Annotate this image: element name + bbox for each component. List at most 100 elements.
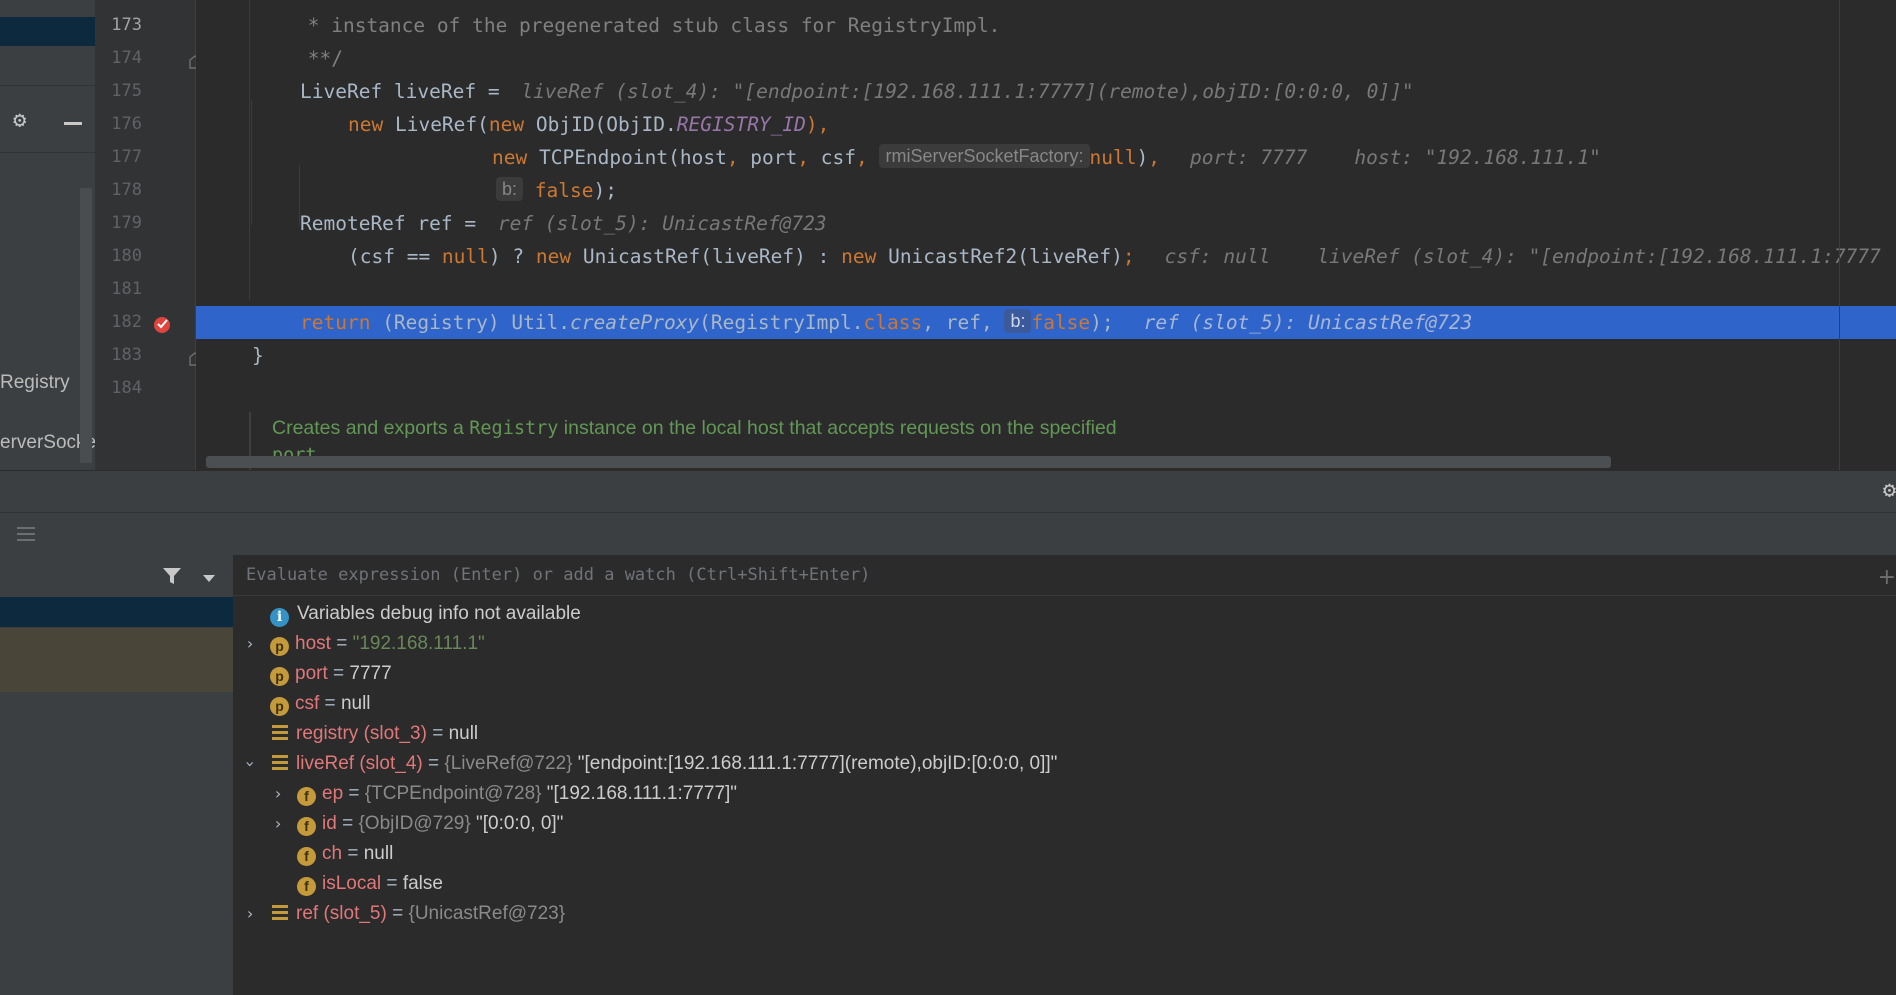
var-eq: = <box>336 813 359 834</box>
frame-row[interactable] <box>0 628 233 692</box>
chevron-down-icon[interactable]: › <box>235 756 265 772</box>
keyword: null <box>441 245 489 268</box>
code-line-176: new LiveRef(new ObjID(ObjID.REGISTRY_ID)… <box>196 108 1896 141</box>
variable-row[interactable]: f id = {ObjID@729} "[0:0:0, 0]" <box>297 809 563 839</box>
line-number: 180 <box>111 246 142 266</box>
info-message: Variables debug info not available <box>297 603 581 624</box>
breakpoint-icon[interactable] <box>152 314 172 334</box>
line-number: 173 <box>111 15 142 35</box>
keyword: false <box>534 179 594 202</box>
code-text: LiveRef( <box>394 113 489 136</box>
sidebar-label-registry[interactable]: Registry <box>0 372 70 394</box>
var-name: csf <box>295 693 320 714</box>
variable-row[interactable]: f ch = null <box>297 839 393 869</box>
parameter-hint: b: <box>1004 309 1032 333</box>
variable-row[interactable]: registry (slot_3) = null <box>272 719 478 749</box>
variable-row[interactable]: p host = "192.168.111.1" <box>270 629 485 659</box>
chevron-down-icon[interactable] <box>202 569 216 588</box>
code-text: csf <box>820 146 856 169</box>
code-punct: ; <box>1122 245 1135 268</box>
var-name: ep <box>322 783 344 804</box>
field-icon: f <box>297 787 316 806</box>
line-number: 184 <box>111 378 142 398</box>
line-number: 176 <box>111 114 142 134</box>
var-value: "[192.168.111.1:7777]" <box>541 783 738 804</box>
code-text: port <box>750 146 798 169</box>
variable-row[interactable]: f ep = {TCPEndpoint@728} "[192.168.111.1:… <box>297 779 737 809</box>
parameter-hint: b: <box>496 177 524 201</box>
debug-toolbar <box>0 512 1896 556</box>
code-editor[interactable]: * instance of the pregenerated stub clas… <box>196 0 1896 470</box>
constant: REGISTRY_ID <box>676 113 806 136</box>
filter-icon[interactable] <box>162 566 182 590</box>
var-name: id <box>322 813 337 834</box>
var-value: "192.168.111.1" <box>352 633 485 654</box>
evaluate-expression-input[interactable] <box>234 555 1896 596</box>
var-eq: = <box>327 663 350 684</box>
variable-row[interactable]: p csf = null <box>270 689 371 719</box>
code-punct: , <box>1148 146 1160 169</box>
inline-debug-value: liveRef (slot_4): "[endpoint:[192.168.11… <box>521 80 1414 103</box>
var-value: false <box>402 873 443 894</box>
line-number: 182 <box>111 312 142 332</box>
line-number: 175 <box>111 81 142 101</box>
variable-row[interactable]: ref (slot_5) = {UnicastRef@723} <box>272 899 565 929</box>
field-icon: f <box>297 817 316 836</box>
gear-icon[interactable]: ⚙ <box>1883 478 1896 503</box>
var-value: null <box>363 843 394 864</box>
var-eq: = <box>330 633 353 654</box>
code-punct: , <box>855 146 880 169</box>
code-text: (RegistryImpl. <box>699 311 864 334</box>
editor-gutter <box>95 0 196 470</box>
gear-icon[interactable]: ⚙ <box>13 108 26 133</box>
code-line-182-current[interactable]: return (Registry) Util.createProxy(Regis… <box>196 306 1896 339</box>
code-text: ObjID(ObjID. <box>535 113 677 136</box>
var-value: null <box>448 723 479 744</box>
chevron-right-icon[interactable]: › <box>270 809 286 839</box>
code-text: ) <box>1136 146 1149 169</box>
inline-debug-value: ref (slot_5): UnicastRef@723 <box>497 212 827 235</box>
var-name: host <box>295 633 331 654</box>
var-eq: = <box>342 843 364 864</box>
var-eq: = <box>426 723 449 744</box>
editor-horizontal-scrollbar[interactable] <box>206 456 1611 468</box>
project-scrollbar[interactable] <box>80 188 92 463</box>
project-selected-row[interactable] <box>0 17 95 46</box>
line-number: 174 <box>111 48 142 68</box>
keyword: new <box>535 245 583 268</box>
var-name: ch <box>322 843 343 864</box>
var-eq: = <box>343 783 365 804</box>
line-number: 178 <box>111 180 142 200</box>
frame-row-selected[interactable] <box>0 597 233 627</box>
comment-text: * instance of the pregenerated stub clas… <box>296 14 1001 37</box>
variables-panel: + iVariables debug info not available › … <box>234 555 1896 995</box>
code-line-173: * instance of the pregenerated stub clas… <box>196 9 1896 42</box>
method-name: createProxy <box>570 311 700 334</box>
frames-toolbar <box>0 555 233 598</box>
variable-row[interactable]: p port = 7777 <box>270 659 392 689</box>
keyword: false <box>1031 311 1091 334</box>
variable-row[interactable]: liveRef (slot_4) = {LiveRef@722} "[endpo… <box>272 749 1057 779</box>
local-variable-icon <box>272 905 288 921</box>
layout-settings-icon[interactable] <box>16 525 36 547</box>
var-type: {ObjID@729} <box>358 813 471 834</box>
chevron-right-icon[interactable]: › <box>242 629 258 659</box>
code-text: ); <box>593 179 617 202</box>
variable-row[interactable]: f isLocal = false <box>297 869 443 899</box>
add-watch-icon[interactable]: + <box>1878 565 1896 590</box>
var-type: {UnicastRef@723} <box>408 903 566 924</box>
code-line-177: new TCPEndpoint(host, port, csf, rmiServ… <box>196 141 1896 174</box>
chevron-right-icon[interactable]: › <box>270 779 286 809</box>
var-value: 7777 <box>349 663 392 684</box>
parameter-hint: rmiServerSocketFactory: <box>879 144 1090 168</box>
line-number: 183 <box>111 345 142 365</box>
frames-panel <box>0 555 234 995</box>
chevron-right-icon[interactable]: › <box>242 899 258 929</box>
code-line-180: (csf == null) ? new UnicastRef(liveRef) … <box>196 240 1896 273</box>
doc-text: instance on the local host that accepts … <box>558 417 1117 439</box>
local-variable-icon <box>272 725 288 741</box>
minus-icon[interactable] <box>64 122 82 125</box>
keyword: new <box>841 245 889 268</box>
code-text: (Registry) Util. <box>382 311 571 334</box>
